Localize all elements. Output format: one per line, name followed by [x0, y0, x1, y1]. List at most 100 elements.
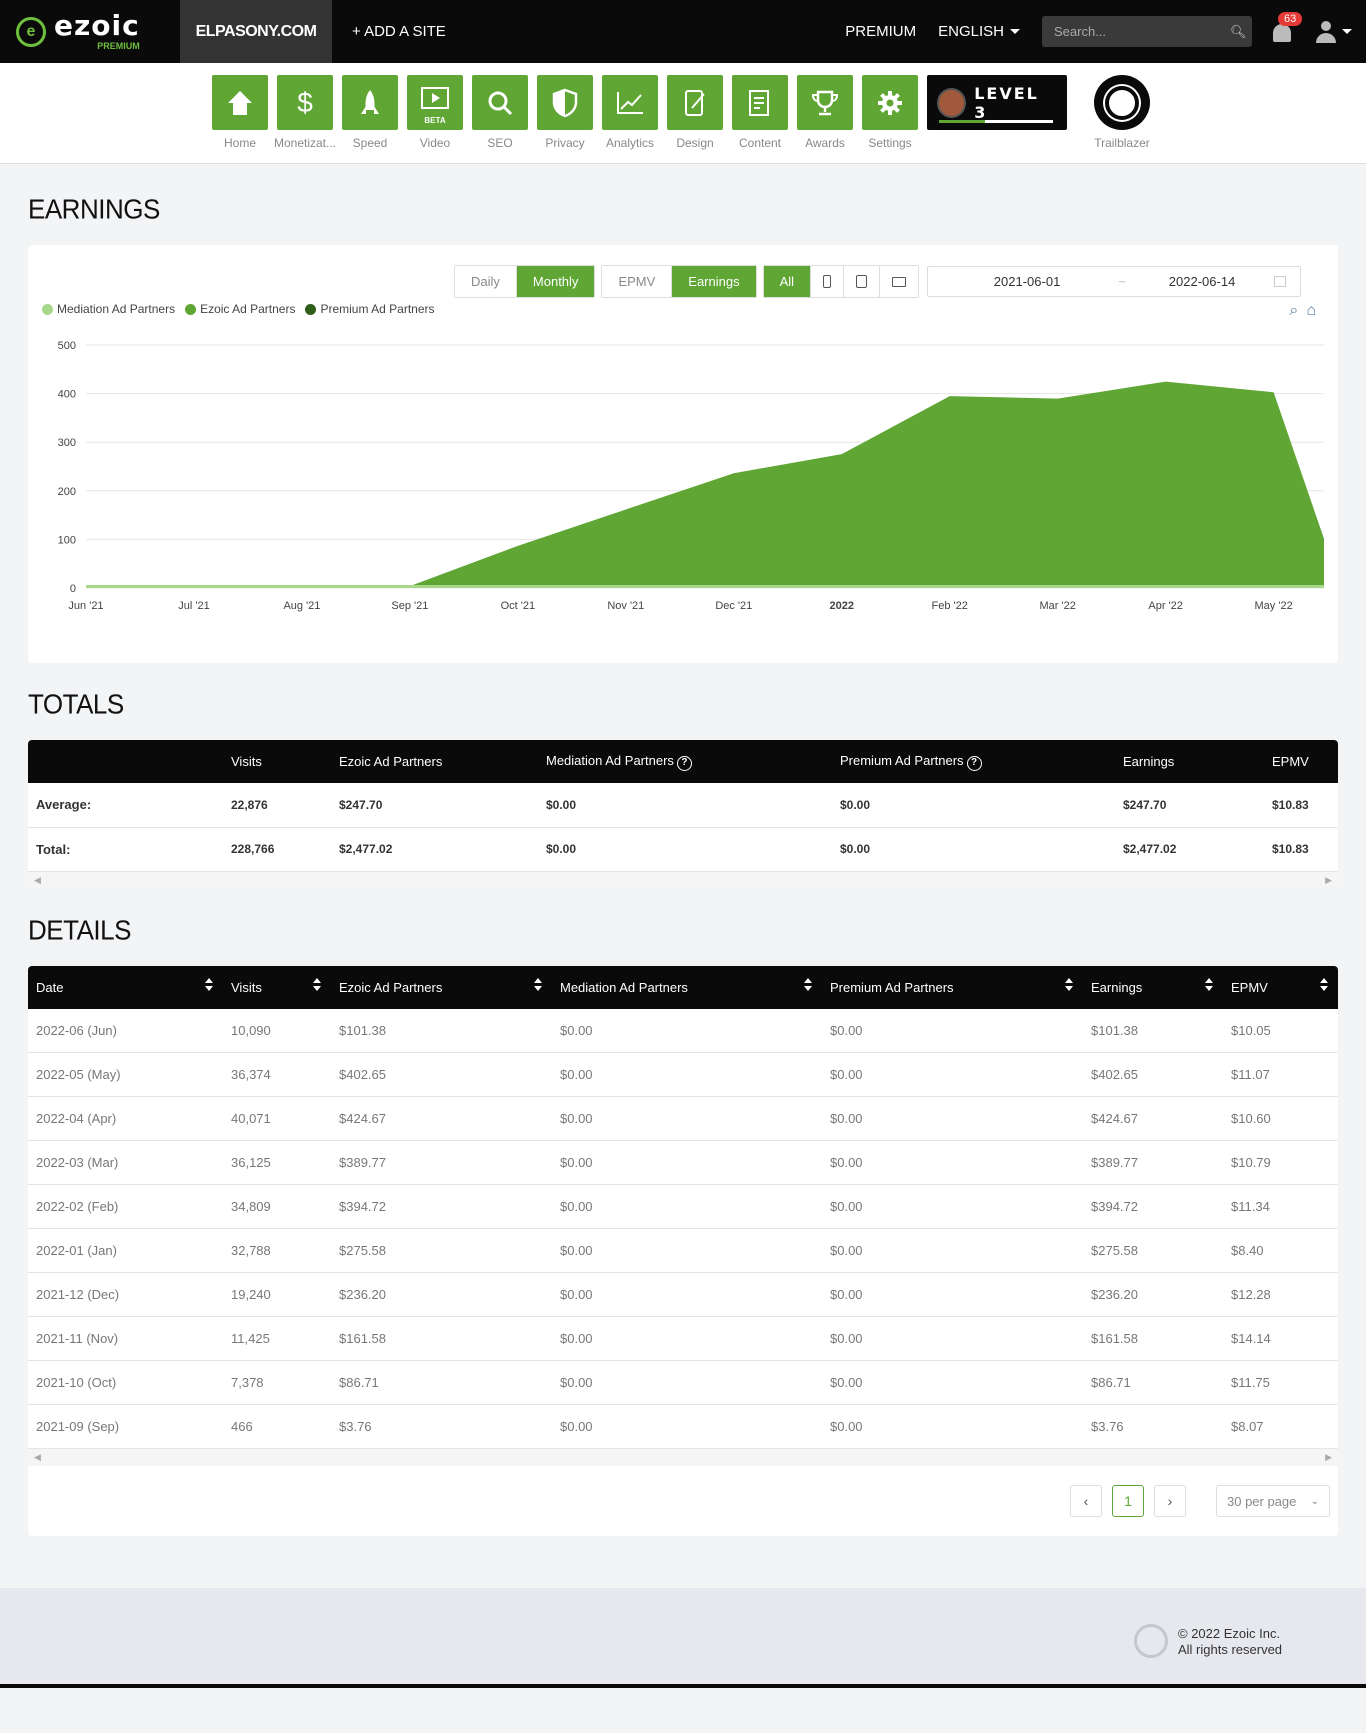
date-to: 2022-06-14: [1168, 274, 1236, 289]
premium-link[interactable]: PREMIUM: [845, 23, 916, 40]
search-box[interactable]: 🔍︎: [1042, 16, 1252, 47]
scroll-right-icon[interactable]: ▶: [1325, 1452, 1332, 1463]
sortable-column-header[interactable]: Visits: [223, 965, 331, 1009]
avatar: [937, 87, 967, 118]
scroll-left-icon[interactable]: ◀: [34, 1452, 41, 1463]
nav-item-privacy[interactable]: Privacy: [537, 75, 593, 163]
search-icon[interactable]: 🔍︎: [1230, 24, 1247, 40]
table-cell: $0.00: [832, 783, 1115, 828]
horizontal-scrollbar[interactable]: ◀ ▶: [28, 1449, 1338, 1466]
sortable-column-header[interactable]: Mediation Ad Partners: [552, 965, 822, 1009]
table-cell: 466: [223, 1404, 331, 1449]
sortable-column-header[interactable]: Ezoic Ad Partners: [331, 965, 552, 1009]
nav-item-home[interactable]: Home: [212, 75, 268, 163]
sortable-column-header[interactable]: Date: [28, 965, 223, 1009]
totals-header-epmv: EPMV: [1264, 740, 1338, 783]
totals-row: Total: 228,766 $2,477.02 $0.00 $0.00 $2,477.0…: [28, 827, 1338, 872]
legend-dot: [42, 303, 53, 315]
site-selector[interactable]: ELPASONY.COM: [180, 0, 332, 63]
scroll-right-icon[interactable]: ▶: [1325, 875, 1332, 886]
ezoic-logo-icon: e: [16, 16, 46, 47]
search-input[interactable]: [1054, 24, 1230, 39]
nav-item-settings[interactable]: Settings: [862, 75, 918, 163]
nav-item-awards[interactable]: Awards: [797, 75, 853, 163]
prev-page-button[interactable]: ‹: [1070, 1485, 1102, 1517]
x-tick-label: Jul '21: [178, 600, 209, 612]
all-devices-button[interactable]: All: [763, 266, 812, 297]
language-selector[interactable]: ENGLISH: [938, 23, 1020, 40]
totals-header-label: [28, 740, 223, 783]
nav-item-monetization[interactable]: $ Monetizat...: [274, 75, 336, 163]
table-cell: $389.77: [331, 1140, 552, 1185]
table-cell: $2,477.02: [1115, 827, 1264, 872]
table-row: 2022-04 (Apr) 40,071 $424.67 $0.00 $0.00 $424…: [28, 1096, 1338, 1141]
level-badge[interactable]: LEVEL 3: [927, 75, 1067, 130]
sortable-column-header[interactable]: Earnings: [1083, 965, 1223, 1009]
table-cell: $2,477.02: [331, 827, 538, 872]
table-row: 2022-03 (Mar) 36,125 $389.77 $0.00 $0.00 $389…: [28, 1140, 1338, 1185]
nav-item-analytics[interactable]: Analytics: [602, 75, 658, 163]
scroll-left-icon[interactable]: ◀: [34, 875, 41, 886]
desktop-button[interactable]: [880, 266, 919, 297]
legend-item[interactable]: Premium Ad Partners: [305, 302, 435, 316]
nav-label: Privacy: [545, 136, 585, 150]
logo-premium-label: PREMIUM: [97, 41, 140, 51]
sortable-column-header[interactable]: EPMV: [1223, 965, 1338, 1009]
daily-button[interactable]: Daily: [455, 266, 517, 297]
nav-item-seo[interactable]: SEO: [472, 75, 528, 163]
next-page-button[interactable]: ›: [1154, 1485, 1186, 1517]
nav-item-design[interactable]: Design: [667, 75, 723, 163]
monthly-button[interactable]: Monthly: [516, 266, 595, 297]
nav-item-content[interactable]: Content: [732, 75, 788, 163]
add-site-link[interactable]: + ADD A SITE: [352, 23, 446, 40]
table-cell: $0.00: [552, 1184, 822, 1229]
help-icon[interactable]: ?: [966, 755, 982, 771]
legend-item[interactable]: Mediation Ad Partners: [42, 302, 175, 316]
period-toggle: Daily Monthly: [454, 265, 596, 298]
x-tick-label: Dec '21: [715, 600, 752, 612]
mobile-button[interactable]: [811, 266, 845, 297]
top-bar: e ezoic PREMIUM ELPASONY.COM + ADD A SIT…: [0, 0, 1366, 63]
rights-text: All rights reserved: [1178, 1642, 1283, 1657]
sort-icon: [205, 977, 213, 991]
table-cell: $0.00: [822, 1140, 1083, 1185]
per-page-select[interactable]: 30 per page ⌄: [1216, 1485, 1330, 1517]
logo-word: ezoic: [54, 9, 140, 42]
user-menu[interactable]: [1316, 20, 1352, 43]
date-range-picker[interactable]: 2021-06-01 ~ 2022-06-14: [927, 266, 1302, 297]
totals-table: Visits Ezoic Ad Partners Mediation Ad Pa…: [28, 740, 1338, 872]
table-cell: $394.72: [1083, 1184, 1223, 1229]
trophy-icon: [797, 75, 853, 130]
table-row: 2022-01 (Jan) 32,788 $275.58 $0.00 $0.00 $275…: [28, 1228, 1338, 1273]
zoom-icon[interactable]: ⌕: [1289, 302, 1298, 320]
epmv-button[interactable]: EPMV: [602, 266, 673, 297]
help-icon[interactable]: ?: [676, 755, 692, 771]
legend-item[interactable]: Ezoic Ad Partners: [185, 302, 295, 316]
chevron-left-icon: ‹: [1083, 1493, 1089, 1509]
notifications-button[interactable]: 63: [1270, 11, 1303, 44]
table-cell: 11,425: [223, 1316, 331, 1361]
earnings-button[interactable]: Earnings: [672, 266, 756, 297]
header-text: Ezoic Ad Partners: [339, 979, 443, 995]
x-tick-label: Feb '22: [932, 600, 968, 612]
app-nav: Home $ Monetizat... Speed BETA Video SEO: [0, 63, 1366, 164]
trailblazer-label: Trailblazer: [1094, 136, 1150, 150]
home-icon[interactable]: ⌂: [1306, 302, 1316, 320]
table-cell: $11.07: [1223, 1052, 1338, 1097]
table-cell: $0.00: [552, 1272, 822, 1317]
table-cell: $0.00: [822, 1052, 1083, 1097]
sortable-column-header[interactable]: Premium Ad Partners: [822, 965, 1083, 1009]
table-cell: 34,809: [223, 1184, 331, 1229]
page-number-button[interactable]: 1: [1112, 1485, 1144, 1517]
x-tick-label: Aug '21: [283, 600, 320, 612]
nav-item-video[interactable]: BETA Video: [407, 75, 463, 163]
nav-item-speed[interactable]: Speed: [342, 75, 398, 163]
header-text: Mediation Ad Partners: [546, 752, 674, 768]
tablet-button[interactable]: [844, 266, 881, 297]
table-cell: $0.00: [552, 1008, 822, 1053]
trailblazer-badge[interactable]: Trailblazer: [1084, 75, 1160, 163]
header-text: EPMV: [1231, 979, 1268, 995]
ezoic-logo[interactable]: e ezoic PREMIUM: [0, 0, 180, 63]
calendar-icon: [1274, 276, 1287, 287]
horizontal-scrollbar[interactable]: ◀ ▶: [28, 871, 1338, 889]
